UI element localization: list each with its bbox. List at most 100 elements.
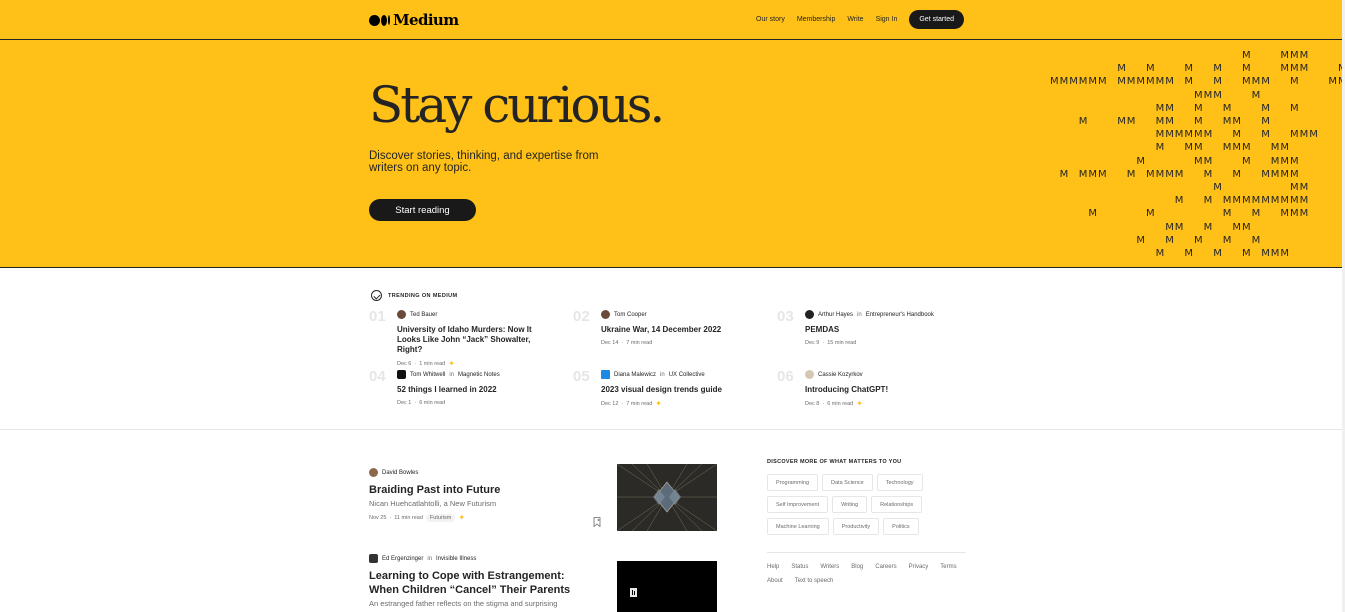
header-nav: Our story Membership Write Sign In Get s… — [744, 9, 964, 30]
meta-dot: · — [414, 361, 417, 367]
pattern-letter: M — [1117, 63, 1126, 75]
author-row: Arthur Hayes in Entrepreneur's Handbook — [805, 310, 975, 319]
story-title[interactable]: 2023 visual design trends guide — [601, 385, 761, 395]
publication-name[interactable]: Invisible Illness — [436, 556, 476, 562]
topic-chip[interactable]: Technology — [876, 474, 923, 491]
meta-dot: · — [822, 401, 825, 407]
nav-our-story[interactable]: Our story — [756, 16, 785, 23]
trending-header: TRENDING ON MEDIUM — [371, 290, 458, 301]
topic-chip[interactable]: Relationships — [871, 496, 923, 513]
medium-logo[interactable]: Medium — [369, 11, 459, 29]
pattern-letter: M — [1222, 234, 1232, 246]
topic-tag[interactable]: Futurism — [425, 514, 456, 522]
pattern-letter: M — [1290, 129, 1299, 141]
author-name[interactable]: Arthur Hayes — [818, 312, 853, 318]
pattern-letter: M — [1251, 234, 1261, 246]
pattern-letter: M — [1155, 102, 1165, 114]
topic-chip[interactable]: Machine Learning — [767, 518, 829, 535]
nav-write[interactable]: Write — [847, 16, 863, 23]
pattern-letter: M — [1242, 63, 1251, 75]
avatar[interactable] — [601, 370, 610, 379]
pattern-letter: M — [1280, 248, 1290, 259]
author-name[interactable]: Cassie Kozyrkov — [818, 372, 863, 378]
avatar[interactable] — [397, 310, 406, 319]
footer-link-help[interactable]: Help — [767, 564, 779, 570]
trending-rank: 03 — [777, 308, 794, 325]
pattern-letter: M — [1088, 208, 1098, 220]
author-name[interactable]: Ed Ergenzinger — [382, 556, 423, 562]
publication-name[interactable]: UX Collective — [669, 372, 705, 378]
author-name[interactable]: Tom Cooper — [614, 312, 647, 318]
pattern-letter: M — [1280, 195, 1290, 207]
story-thumbnail[interactable] — [617, 464, 717, 531]
avatar[interactable] — [369, 468, 378, 477]
topic-chip[interactable]: Politics — [883, 518, 919, 535]
pattern-letter: M — [1117, 116, 1126, 127]
pattern-letter: M — [1213, 248, 1222, 259]
pattern-letter: M — [1184, 248, 1194, 259]
bookmark-icon[interactable] — [593, 517, 601, 527]
topic-chip[interactable]: Programming — [767, 474, 819, 491]
trending-rank: 04 — [369, 368, 386, 385]
avatar[interactable] — [601, 310, 610, 319]
pattern-letter: M — [1136, 155, 1146, 167]
avatar[interactable] — [397, 370, 406, 379]
author-name[interactable]: Diana Malewicz — [614, 372, 656, 378]
footer-link-about[interactable]: About — [767, 578, 783, 584]
footer-link-status[interactable]: Status — [791, 564, 808, 570]
pattern-letter: M — [1299, 50, 1309, 61]
start-reading-button[interactable]: Start reading — [369, 199, 476, 221]
publication-name[interactable]: Magnetic Notes — [458, 372, 500, 378]
in-word: in — [857, 311, 862, 318]
meta-dot: · — [414, 400, 417, 406]
pattern-letter: M — [1280, 50, 1290, 61]
member-star-icon: ✦ — [655, 399, 662, 408]
pattern-letter: M — [1203, 168, 1213, 180]
pattern-letter: M — [1213, 182, 1222, 193]
footer-link-privacy[interactable]: Privacy — [909, 564, 929, 570]
publication-name[interactable]: Entrepreneur's Handbook — [866, 312, 934, 318]
footer-link-writers[interactable]: Writers — [820, 564, 839, 570]
meta-dot: · — [389, 515, 392, 521]
story-title[interactable]: 52 things I learned in 2022 — [397, 385, 557, 395]
get-started-button[interactable]: Get started — [909, 10, 964, 29]
footer-link-text-to-speech[interactable]: Text to speech — [795, 578, 834, 584]
pattern-letter: M — [1270, 248, 1280, 259]
topic-chip[interactable]: Writing — [832, 496, 868, 513]
author-name[interactable]: Ted Bauer — [410, 312, 437, 318]
pattern-letter: M — [1146, 63, 1155, 75]
pattern-letter: M — [1242, 248, 1251, 259]
story-title[interactable]: University of Idaho Murders: Now It Look… — [397, 325, 557, 355]
avatar[interactable] — [805, 310, 814, 319]
avatar[interactable] — [369, 554, 378, 563]
pattern-letter: M — [1146, 168, 1155, 180]
story-thumbnail[interactable] — [617, 561, 717, 612]
pattern-letter: M — [1261, 195, 1270, 207]
pattern-letter: M — [1050, 76, 1059, 88]
topic-chip[interactable]: Self Improvement — [767, 496, 829, 513]
trending-icon — [371, 290, 382, 301]
member-star-icon: ✦ — [458, 513, 466, 522]
avatar[interactable] — [805, 370, 814, 379]
pattern-letter: M — [1290, 208, 1299, 220]
pattern-letter: M — [1290, 50, 1299, 61]
author-row: Ted Bauer — [397, 310, 557, 319]
footer-link-blog[interactable]: Blog — [851, 564, 863, 570]
story-title[interactable]: Learning to Cope with Estrangement: When… — [369, 569, 594, 597]
top-navbar: Medium Our story Membership Write Sign I… — [0, 0, 1342, 40]
pattern-letter: M — [1184, 63, 1194, 75]
story-title[interactable]: PEMDAS — [805, 325, 975, 335]
footer-link-careers[interactable]: Careers — [875, 564, 896, 570]
author-row: Diana Malewicz in UX Collective — [601, 370, 761, 379]
author-name[interactable]: Tom Whitwell — [410, 372, 445, 378]
footer-link-terms[interactable]: Terms — [940, 564, 956, 570]
author-name[interactable]: David Bowles — [382, 470, 418, 476]
pattern-letter: M — [1213, 76, 1222, 88]
nav-membership[interactable]: Membership — [797, 16, 836, 23]
nav-sign-in[interactable]: Sign In — [876, 16, 898, 23]
story-title[interactable]: Ukraine War, 14 December 2022 — [601, 325, 761, 335]
topic-chip[interactable]: Productivity — [832, 518, 880, 535]
topic-chip[interactable]: Data Science — [822, 474, 873, 491]
story-title[interactable]: Introducing ChatGPT! — [805, 385, 965, 395]
pattern-letter: M — [1184, 129, 1194, 141]
